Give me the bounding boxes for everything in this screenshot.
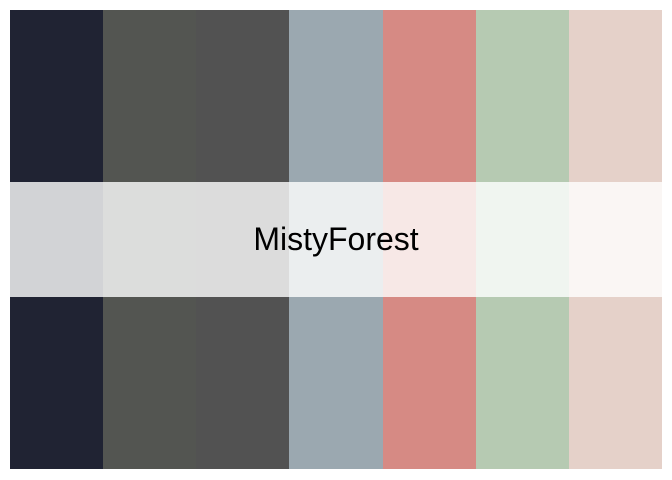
palette-name-band: MistyForest xyxy=(10,182,662,297)
palette-name: MistyForest xyxy=(253,221,419,257)
